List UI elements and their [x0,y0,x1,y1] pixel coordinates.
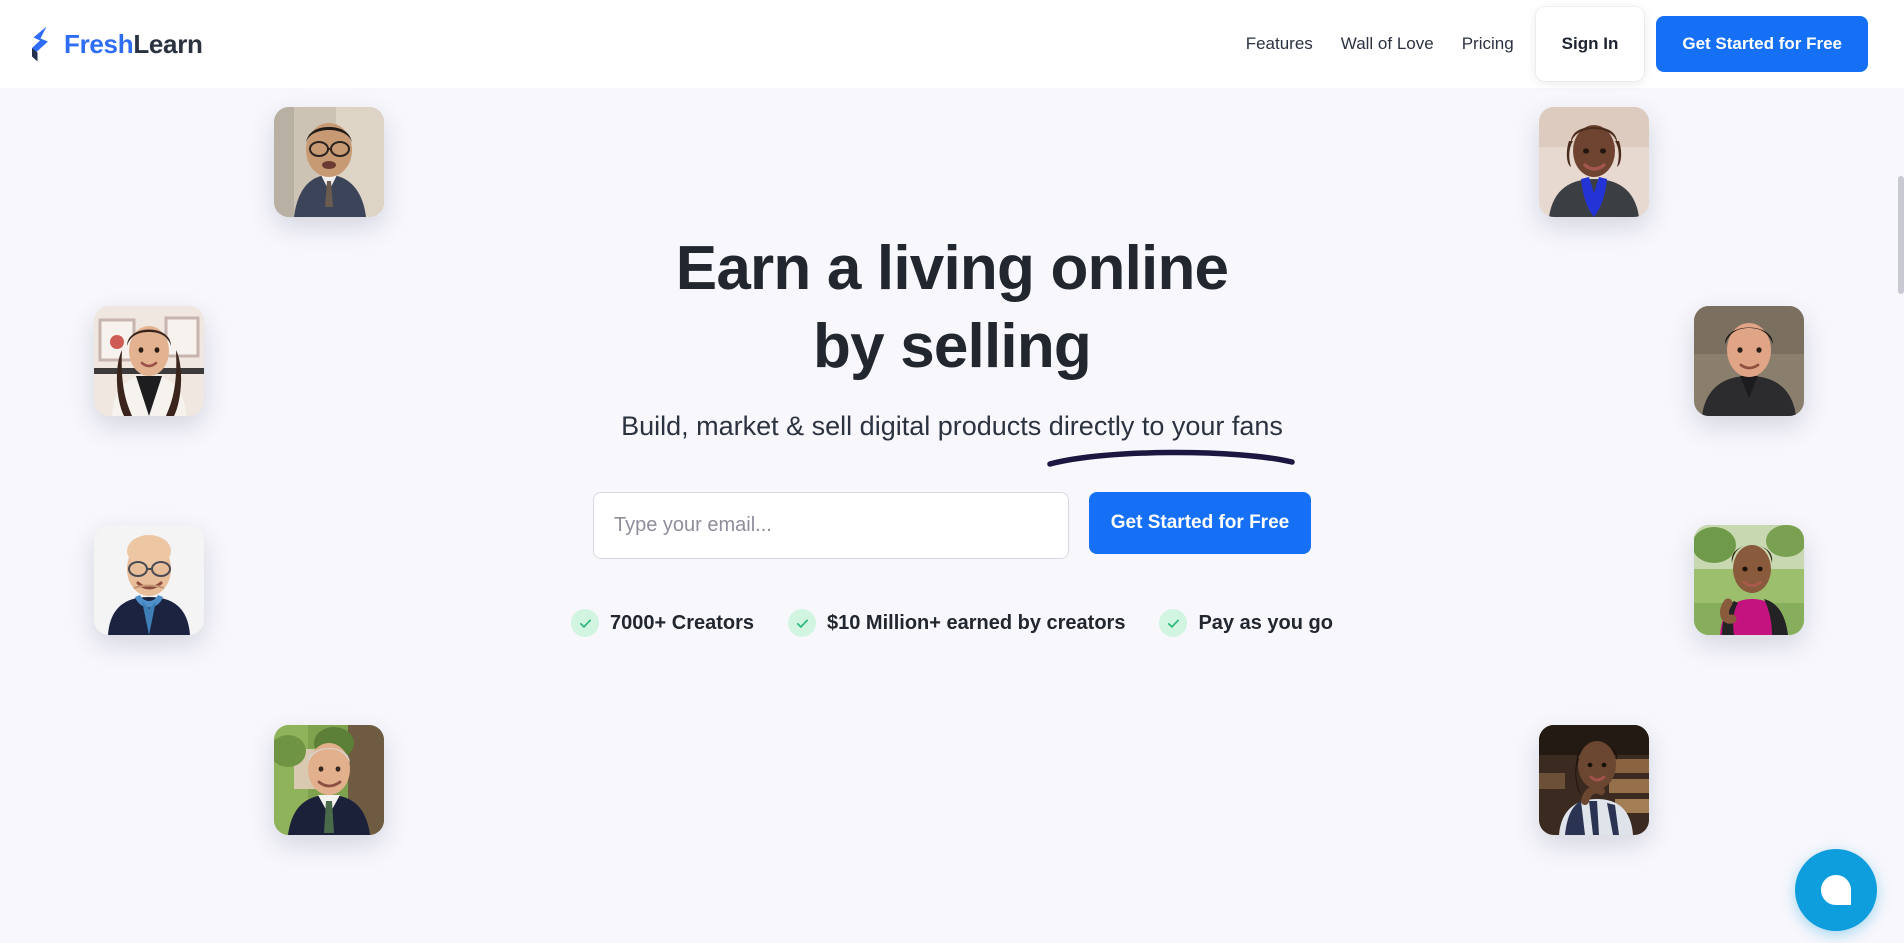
site-header: FreshLearn Features Wall of Love Pricing… [0,0,1904,88]
man-glasses-suit-portrait-icon [274,107,384,217]
subheadline-emphasis-text: directly to your fans [1048,411,1283,441]
primary-navigation: Features Wall of Love Pricing Sign In Ge… [1232,0,1868,88]
brand-logo[interactable]: FreshLearn [26,22,203,66]
sign-in-button[interactable]: Sign In [1535,7,1645,81]
headline-line-2: by selling [813,311,1092,381]
benefit-item: $10 Million+ earned by creators [788,609,1125,637]
header-get-started-button[interactable]: Get Started for Free [1656,16,1868,72]
page-scrollbar[interactable] [1898,176,1904,294]
creator-avatar [94,525,204,635]
brand-name: FreshLearn [64,29,203,60]
creator-avatar [1694,525,1804,635]
check-icon [571,609,600,637]
creator-avatar [94,306,204,416]
check-icon [788,609,816,637]
benefit-label: 7000+ Creators [610,611,754,634]
email-input[interactable] [593,492,1069,559]
creator-avatar [274,107,384,217]
benefit-label: Pay as you go [1198,611,1333,634]
brand-name-second: Learn [133,28,203,59]
benefit-label: $10 Million+ earned by creators [827,611,1126,634]
bald-man-glasses-navy-sweater-portrait-icon [94,525,204,635]
chat-bubble-icon [1821,875,1851,905]
gray-haired-man-navy-suit-outdoors-portrait-icon [274,725,384,835]
woman-striped-top-stairs-portrait-icon [1539,725,1649,835]
creator-avatar [1694,306,1804,416]
email-signup-form: Get Started for Free [0,492,1904,559]
subheadline-plain-text: Build, market & sell digital products [621,411,1042,441]
hero-section: Earn a living online by selling Build, m… [0,88,1904,943]
check-icon [1159,609,1188,637]
creator-avatar [274,725,384,835]
hero-subheadline: Build, market & sell digital products di… [621,411,1283,442]
woman-long-hair-white-blazer-portrait-icon [94,306,204,416]
benefit-item: Pay as you go [1159,609,1333,637]
creator-avatar [1539,725,1649,835]
chat-launcher-button[interactable] [1795,849,1877,931]
creator-avatar [1539,107,1649,217]
nav-link-features[interactable]: Features [1232,0,1327,88]
benefit-item: 7000+ Creators [571,609,754,637]
hero-get-started-button[interactable]: Get Started for Free [1089,492,1311,554]
woman-magenta-top-outdoors-portrait-icon [1694,525,1804,635]
man-dark-shirt-brown-backdrop-portrait-icon [1694,306,1804,416]
freshlearn-flame-logo-icon [32,26,48,62]
brand-name-first: Fresh [64,28,134,59]
nav-link-wall-of-love[interactable]: Wall of Love [1327,0,1448,88]
underline-swoosh-icon [1047,449,1295,467]
woman-blue-scarf-dark-blazer-portrait-icon [1539,107,1649,217]
benefits-list: 7000+ Creators $10 Million+ earned by cr… [0,609,1904,637]
nav-link-pricing[interactable]: Pricing [1448,0,1528,88]
headline-line-1: Earn a living online [675,234,1229,303]
hero-subheadline-wrapper: Build, market & sell digital products di… [621,411,1295,467]
page-title: Earn a living online by selling [0,230,1904,385]
